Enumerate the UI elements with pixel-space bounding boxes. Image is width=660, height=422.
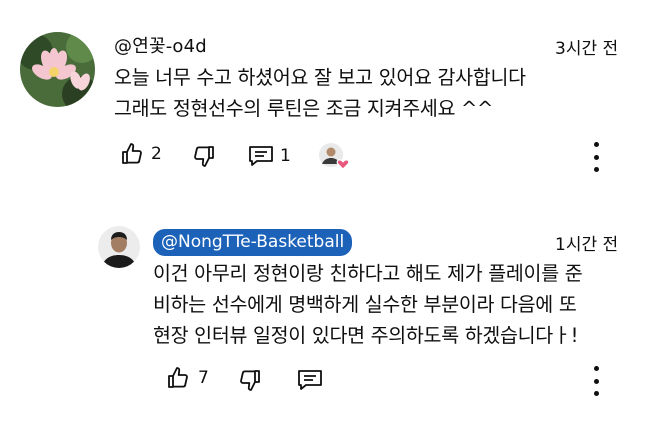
reply-count: 1 xyxy=(280,146,291,166)
comment-icon xyxy=(298,370,322,390)
more-vert-icon-dot xyxy=(593,378,599,384)
more-vert-icon-dot xyxy=(593,366,599,371)
like-count: 7 xyxy=(198,368,209,388)
comment-text-line: 오늘 너무 수고 하셨어요 잘 보고 있어요 감사합니다 xyxy=(114,66,526,89)
reply-button[interactable]: 1 xyxy=(248,144,291,168)
creator-heart-icon xyxy=(319,143,350,170)
dislike-button[interactable] xyxy=(238,368,262,392)
avatar-image xyxy=(98,226,140,268)
avatar[interactable] xyxy=(98,226,140,268)
thumbs-up-icon xyxy=(122,143,142,164)
more-options-button[interactable] xyxy=(591,366,601,396)
avatar[interactable] xyxy=(20,32,95,107)
comment-author-handle[interactable]: @연꽃-o4d xyxy=(114,32,207,58)
thumbs-down-icon xyxy=(194,146,214,167)
comment-text-line: 현장 인터뷰 일정이 있다면 주의하도록 하겠습니다ㅏ! xyxy=(153,324,579,347)
like-count: 2 xyxy=(151,144,162,164)
thumbs-up-icon xyxy=(168,367,188,388)
creator-heart xyxy=(318,142,352,172)
more-options-button[interactable] xyxy=(591,142,601,172)
more-vert-icon-dot xyxy=(593,391,599,396)
reply-button[interactable] xyxy=(297,368,323,392)
comment-timestamp: 1시간 전 xyxy=(555,235,619,255)
comment-text-line: 비하는 선수에게 명백하게 실수한 부분이라 다음에 또 xyxy=(153,293,577,316)
comment-timestamp: 3시간 전 xyxy=(555,39,619,59)
more-vert-icon-dot xyxy=(593,167,599,172)
creator-handle-badge[interactable]: @NongTTe-Basketball xyxy=(153,229,353,256)
like-button[interactable]: 2 xyxy=(120,142,162,166)
dislike-button[interactable] xyxy=(192,144,216,168)
avatar-image xyxy=(20,32,95,107)
more-vert-icon-dot xyxy=(593,142,599,147)
comment-icon xyxy=(249,146,273,166)
more-vert-icon-dot xyxy=(593,154,599,160)
comment-text: 이건 아무리 정현이랑 친하다고 해도 제가 플레이를 준 비하는 선수에게 명… xyxy=(153,258,633,351)
like-button[interactable]: 7 xyxy=(166,366,209,390)
comment-text: 오늘 너무 수고 하셨어요 잘 보고 있어요 감사합니다 그래도 정현선수의 루… xyxy=(114,62,634,124)
thumbs-down-icon xyxy=(240,370,260,391)
comment-text-line: 그래도 정현선수의 루틴은 조금 지켜주세요 ^^ xyxy=(114,97,494,120)
comment-text-line: 이건 아무리 정현이랑 친하다고 해도 제가 플레이를 준 xyxy=(153,262,583,285)
